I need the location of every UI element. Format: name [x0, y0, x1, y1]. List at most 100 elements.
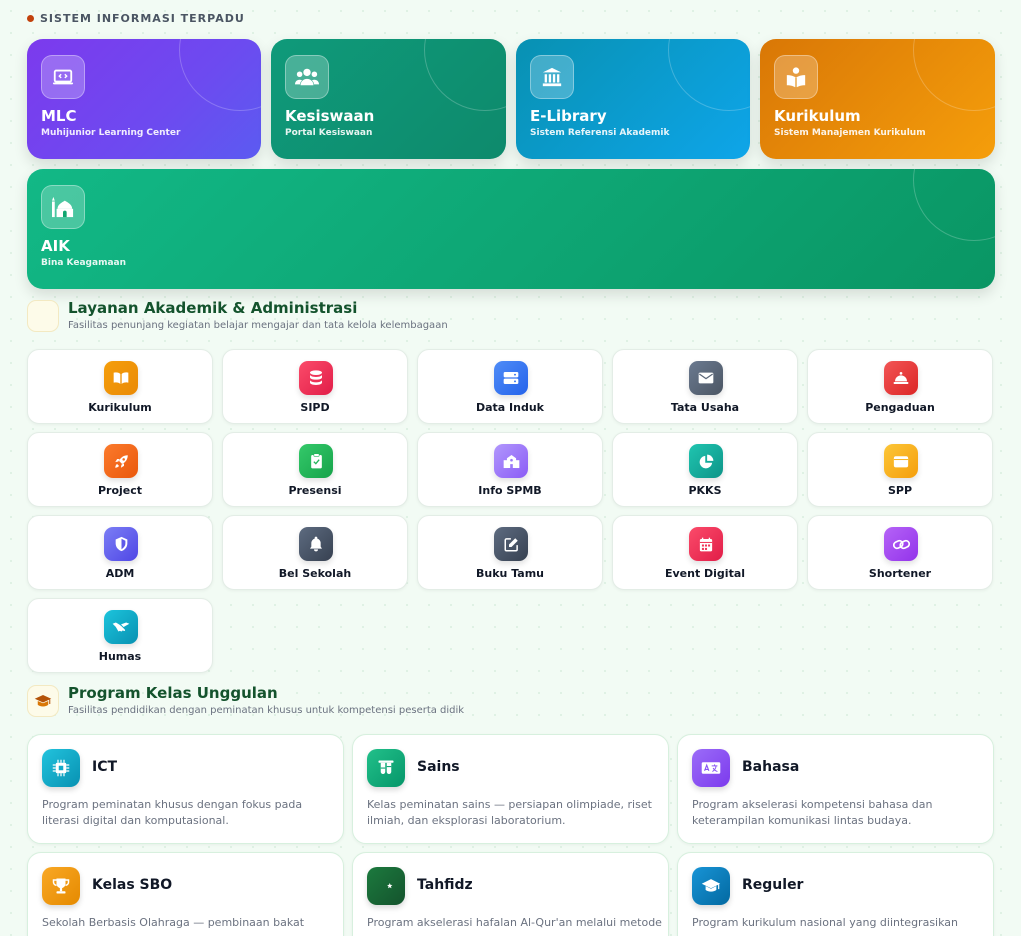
- users-icon: [285, 55, 329, 99]
- program-title: ICT: [92, 759, 118, 775]
- service-label: Kurikulum: [88, 401, 152, 414]
- hero-card-mlc[interactable]: MLC Muhijunior Learning Center: [27, 39, 261, 159]
- hero-title: Kurikulum: [774, 107, 861, 125]
- server-icon: [494, 361, 528, 395]
- layanan-section-title: Layanan Akademik & Administrasi: [68, 299, 358, 317]
- service-tile-info-spmb[interactable]: Info SPMB: [417, 432, 603, 507]
- service-tile-buku-tamu[interactable]: Buku Tamu: [417, 515, 603, 590]
- service-tile-tata-usaha[interactable]: Tata Usaha: [612, 349, 798, 424]
- service-label: Data Induk: [475, 401, 544, 414]
- rocket-icon: [104, 444, 138, 478]
- service-label: SPP: [887, 484, 913, 497]
- mosque-icon: [41, 185, 85, 229]
- program-description: Sekolah Berbasis Olahraga — pembinaan ba…: [42, 916, 305, 929]
- layanan-section-subtitle: Fasilitas penunjang kegiatan belajar men…: [68, 320, 448, 331]
- program-section-subtitle: Fasilitas pendidikan dengan peminatan kh…: [68, 705, 465, 716]
- service-label: PKKS: [688, 484, 722, 497]
- service-label: Bel Sekolah: [278, 567, 352, 580]
- handshake-icon: [104, 610, 138, 644]
- hero-card-kesiswaan[interactable]: Kesiswaan Portal Kesiswaan: [271, 39, 506, 159]
- program-card-bahasa[interactable]: Bahasa Program akselerasi kompetensi bah…: [677, 734, 994, 844]
- program-title: Sains: [417, 759, 460, 775]
- star-crescent-icon: [367, 867, 405, 905]
- microchip-icon: [42, 749, 80, 787]
- service-tile-pengaduan[interactable]: Pengaduan: [807, 349, 993, 424]
- calendar-icon: [689, 527, 723, 561]
- hero-title: Kesiswaan: [285, 107, 375, 125]
- school-icon: [494, 444, 528, 478]
- system-section-title: SISTEM INFORMASI TERPADU: [40, 12, 245, 25]
- program-description: Program akselerasi hafalan Al-Qur'an mel…: [367, 916, 662, 929]
- hero-title: AIK: [41, 237, 70, 255]
- service-tile-event-digital[interactable]: Event Digital: [612, 515, 798, 590]
- service-label: Humas: [98, 650, 142, 663]
- program-description: Program akselerasi kompetensi bahasa dan…: [692, 798, 933, 827]
- program-title: Reguler: [742, 877, 804, 893]
- program-description: Program peminatan khusus dengan fokus pa…: [42, 798, 303, 827]
- service-label: Project: [97, 484, 143, 497]
- hero-subtitle: Portal Kesiswaan: [285, 128, 373, 138]
- service-tile-sipd[interactable]: SIPD: [222, 349, 408, 424]
- service-label: Presensi: [288, 484, 342, 497]
- service-label: Pengaduan: [865, 401, 935, 414]
- library-building-icon: [530, 55, 574, 99]
- clipboard-check-icon: [299, 444, 333, 478]
- service-label: Info SPMB: [478, 484, 542, 497]
- service-tile-spp[interactable]: SPP: [807, 432, 993, 507]
- program-card-ict[interactable]: ICT Program peminatan khusus dengan foku…: [27, 734, 344, 844]
- service-tile-kurikulum[interactable]: Kurikulum: [27, 349, 213, 424]
- program-description: Kelas peminatan sains — persiapan olimpi…: [367, 798, 652, 827]
- chart-pie-icon: [689, 444, 723, 478]
- flask-icon: [367, 749, 405, 787]
- layanan-section-icon: [27, 300, 59, 332]
- service-label: Shortener: [868, 567, 932, 580]
- service-label: Buku Tamu: [476, 567, 544, 580]
- program-title: Kelas SBO: [92, 877, 173, 893]
- service-label: Event Digital: [664, 567, 746, 580]
- service-tile-pkks[interactable]: PKKS: [612, 432, 798, 507]
- edit-icon: [494, 527, 528, 561]
- hero-subtitle: Sistem Manajemen Kurikulum: [774, 128, 926, 138]
- trophy-icon: [42, 867, 80, 905]
- hero-subtitle: Sistem Referensi Akademik: [530, 128, 670, 138]
- program-card-reguler[interactable]: Reguler Program kurikulum nasional yang …: [677, 852, 994, 936]
- program-card-kelas-sbo[interactable]: Kelas SBO Sekolah Berbasis Olahraga — pe…: [27, 852, 344, 936]
- program-section-title: Program Kelas Unggulan: [68, 684, 278, 702]
- service-tile-bel-sekolah[interactable]: Bel Sekolah: [222, 515, 408, 590]
- book-open-icon: [104, 361, 138, 395]
- service-tile-humas[interactable]: Humas: [27, 598, 213, 673]
- hero-title: E-Library: [530, 107, 607, 125]
- language-icon: [692, 749, 730, 787]
- program-title: Tahfidz: [417, 877, 473, 893]
- program-description: Program kurikulum nasional yang diintegr…: [692, 916, 958, 929]
- bell-icon: [299, 527, 333, 561]
- service-label: ADM: [105, 567, 135, 580]
- bell-concierge-icon: [884, 361, 918, 395]
- service-tile-data-induk[interactable]: Data Induk: [417, 349, 603, 424]
- service-tile-project[interactable]: Project: [27, 432, 213, 507]
- link-icon: [884, 527, 918, 561]
- service-label: SIPD: [300, 401, 330, 414]
- service-tile-adm[interactable]: ADM: [27, 515, 213, 590]
- bullet-dot-icon: [27, 15, 34, 22]
- book-reader-icon: [774, 55, 818, 99]
- system-section-label: SISTEM INFORMASI TERPADU: [27, 12, 245, 25]
- hero-subtitle: Bina Keagamaan: [41, 258, 126, 268]
- shield-icon: [104, 527, 138, 561]
- program-card-sains[interactable]: Sains Kelas peminatan sains — persiapan …: [352, 734, 669, 844]
- hero-card-elibrary[interactable]: E-Library Sistem Referensi Akademik: [516, 39, 750, 159]
- graduation-cap-icon: [692, 867, 730, 905]
- service-tile-presensi[interactable]: Presensi: [222, 432, 408, 507]
- envelope-icon: [689, 361, 723, 395]
- graduation-cap-icon: [27, 685, 59, 717]
- program-title: Bahasa: [742, 759, 800, 775]
- service-label: Tata Usaha: [670, 401, 740, 414]
- hero-subtitle: Muhijunior Learning Center: [41, 128, 181, 138]
- hero-card-kurikulum[interactable]: Kurikulum Sistem Manajemen Kurikulum: [760, 39, 995, 159]
- laptop-code-icon: [41, 55, 85, 99]
- database-icon: [299, 361, 333, 395]
- hero-title: MLC: [41, 107, 77, 125]
- program-card-tahfidz[interactable]: Tahfidz Program akselerasi hafalan Al-Qu…: [352, 852, 669, 936]
- hero-card-aik[interactable]: AIK Bina Keagamaan: [27, 169, 995, 289]
- service-tile-shortener[interactable]: Shortener: [807, 515, 993, 590]
